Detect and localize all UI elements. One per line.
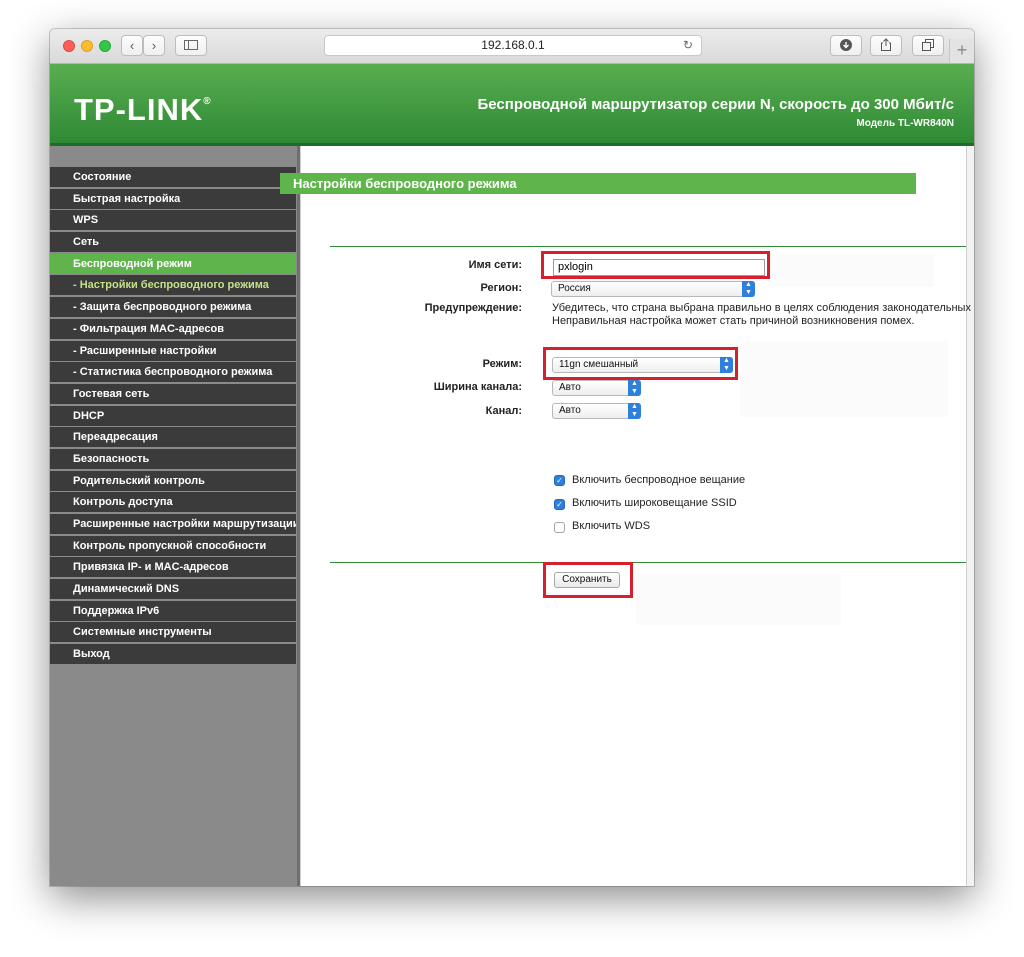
sidebar-item-22[interactable]: Выход xyxy=(50,644,296,665)
router-header: TP-LINK® Беспроводной маршрутизатор сери… xyxy=(50,64,974,143)
channel-label: Канал: xyxy=(485,405,522,417)
region-value: Россия xyxy=(558,283,591,294)
minimize-window-button[interactable] xyxy=(81,40,93,52)
bottom-divider xyxy=(330,562,966,563)
sidebar-item-1[interactable]: Быстрая настройка xyxy=(50,188,296,209)
sidebar-item-19[interactable]: Динамический DNS xyxy=(50,579,296,600)
region-select[interactable]: Россия ▲ ▼ xyxy=(551,281,755,297)
chevron-updown-icon: ▲ ▼ xyxy=(628,380,641,396)
sidebar-item-13[interactable]: Безопасность xyxy=(50,448,296,469)
channel-select[interactable]: Авто ▲ ▼ xyxy=(552,403,641,419)
sidebar-item-14[interactable]: Родительский контроль xyxy=(50,470,296,491)
wds-checkbox[interactable] xyxy=(554,522,565,533)
warning-text-line1: Убедитесь, что страна выбрана правильно … xyxy=(552,302,971,314)
sidebar: Состояние Быстрая настройка WPS Сеть Беспров… xyxy=(50,146,300,886)
ssid-highlight xyxy=(541,251,770,279)
sidebar-item-3[interactable]: Сеть xyxy=(50,232,296,253)
channel-width-value: Авто xyxy=(559,382,581,393)
mode-highlight xyxy=(543,347,738,380)
downloads-button[interactable] xyxy=(830,35,862,56)
ssid-broadcast-checkbox-label: Включить широковещание SSID xyxy=(572,497,737,509)
share-button[interactable] xyxy=(870,35,902,56)
browser-toolbar: ‹ › 192.168.0.1 ↻ + xyxy=(50,29,974,64)
sidebar-toggle-button[interactable] xyxy=(175,35,207,56)
sidebar-item-15[interactable]: Контроль доступа xyxy=(50,492,296,513)
blank-area xyxy=(768,255,934,287)
sidebar-item-5[interactable]: - Настройки беспроводного режима xyxy=(50,275,296,296)
warning-text-line2: Неправильная настройка может стать причи… xyxy=(552,315,915,327)
close-window-button[interactable] xyxy=(63,40,75,52)
broadcast-checkbox[interactable]: ✓ xyxy=(554,475,565,486)
back-button[interactable]: ‹ xyxy=(121,35,143,56)
sidebar-item-11[interactable]: DHCP xyxy=(50,405,296,426)
broadcast-checkbox-label: Включить беспроводное вещание xyxy=(572,474,746,486)
chevron-updown-icon: ▲ ▼ xyxy=(742,281,755,297)
download-icon xyxy=(840,39,852,51)
wds-checkbox-label: Включить WDS xyxy=(572,520,651,532)
sidebar-item-16[interactable]: Расширенные настройки маршрутизации xyxy=(50,514,296,534)
tabs-button[interactable] xyxy=(912,35,944,56)
forward-button[interactable]: › xyxy=(143,35,165,56)
tabs-icon xyxy=(922,39,934,51)
browser-window: ‹ › 192.168.0.1 ↻ + TP-LINK® Беспроводно… xyxy=(50,29,974,886)
tp-link-logo: TP-LINK® xyxy=(74,92,212,127)
plus-icon: + xyxy=(956,40,968,60)
warning-label: Предупреждение: xyxy=(424,302,522,314)
sidebar-item-8[interactable]: - Расширенные настройки xyxy=(50,340,296,361)
sidebar-item-10[interactable]: Гостевая сеть xyxy=(50,383,296,404)
checkmark-icon: ✓ xyxy=(556,500,563,509)
reload-icon[interactable]: ↻ xyxy=(683,36,693,55)
sidebar-item-12[interactable]: Переадресация xyxy=(50,427,296,448)
back-icon: ‹ xyxy=(129,38,135,53)
sidebar-item-7[interactable]: - Фильтрация MAC-адресов xyxy=(50,318,296,339)
sidebar-item-21[interactable]: Системные инструменты xyxy=(50,622,296,643)
ssid-broadcast-checkbox[interactable]: ✓ xyxy=(554,499,565,510)
region-label: Регион: xyxy=(480,282,522,294)
header-title: Беспроводной маршрутизатор серии N, скор… xyxy=(477,96,954,113)
sidebar-icon xyxy=(184,40,198,50)
address-bar[interactable]: 192.168.0.1 ↻ xyxy=(324,35,702,56)
channel-width-select[interactable]: Авто ▲ ▼ xyxy=(552,380,641,396)
ssid-label: Имя сети: xyxy=(468,259,522,271)
blank-area xyxy=(740,341,948,417)
sidebar-item-20[interactable]: Поддержка IPv6 xyxy=(50,600,296,621)
vertical-scrollbar[interactable] xyxy=(966,146,974,886)
registered-mark: ® xyxy=(203,96,212,107)
sidebar-item-9[interactable]: - Статистика беспроводного режима xyxy=(50,362,296,383)
blank-area xyxy=(636,573,841,625)
zoom-window-button[interactable] xyxy=(99,40,111,52)
top-divider xyxy=(330,246,966,247)
sidebar-item-0[interactable]: Состояние xyxy=(50,167,296,187)
sidebar-item-4[interactable]: Беспроводной режим xyxy=(50,253,296,274)
sidebar-item-6[interactable]: - Защита беспроводного режима xyxy=(50,297,296,318)
checkmark-icon: ✓ xyxy=(556,476,563,485)
sidebar-menu: Состояние Быстрая настройка WPS Сеть Беспров… xyxy=(50,167,296,666)
new-tab-button[interactable]: + xyxy=(949,39,974,63)
sidebar-item-18[interactable]: Привязка IP- и MAC-адресов xyxy=(50,557,296,578)
header-model: Модель TL-WR840N xyxy=(856,118,954,129)
sidebar-item-2[interactable]: WPS xyxy=(50,210,296,231)
save-highlight xyxy=(543,562,633,598)
url-text: 192.168.0.1 xyxy=(481,38,545,52)
sidebar-item-17[interactable]: Контроль пропускной способности xyxy=(50,535,296,556)
share-icon xyxy=(881,38,891,51)
section-title: Настройки беспроводного режима xyxy=(280,173,916,194)
chevron-updown-icon: ▲ ▼ xyxy=(628,403,641,419)
forward-icon: › xyxy=(151,38,157,53)
mode-label: Режим: xyxy=(482,358,522,370)
channel-value: Авто xyxy=(559,405,581,416)
channel-width-label: Ширина канала: xyxy=(433,381,522,393)
